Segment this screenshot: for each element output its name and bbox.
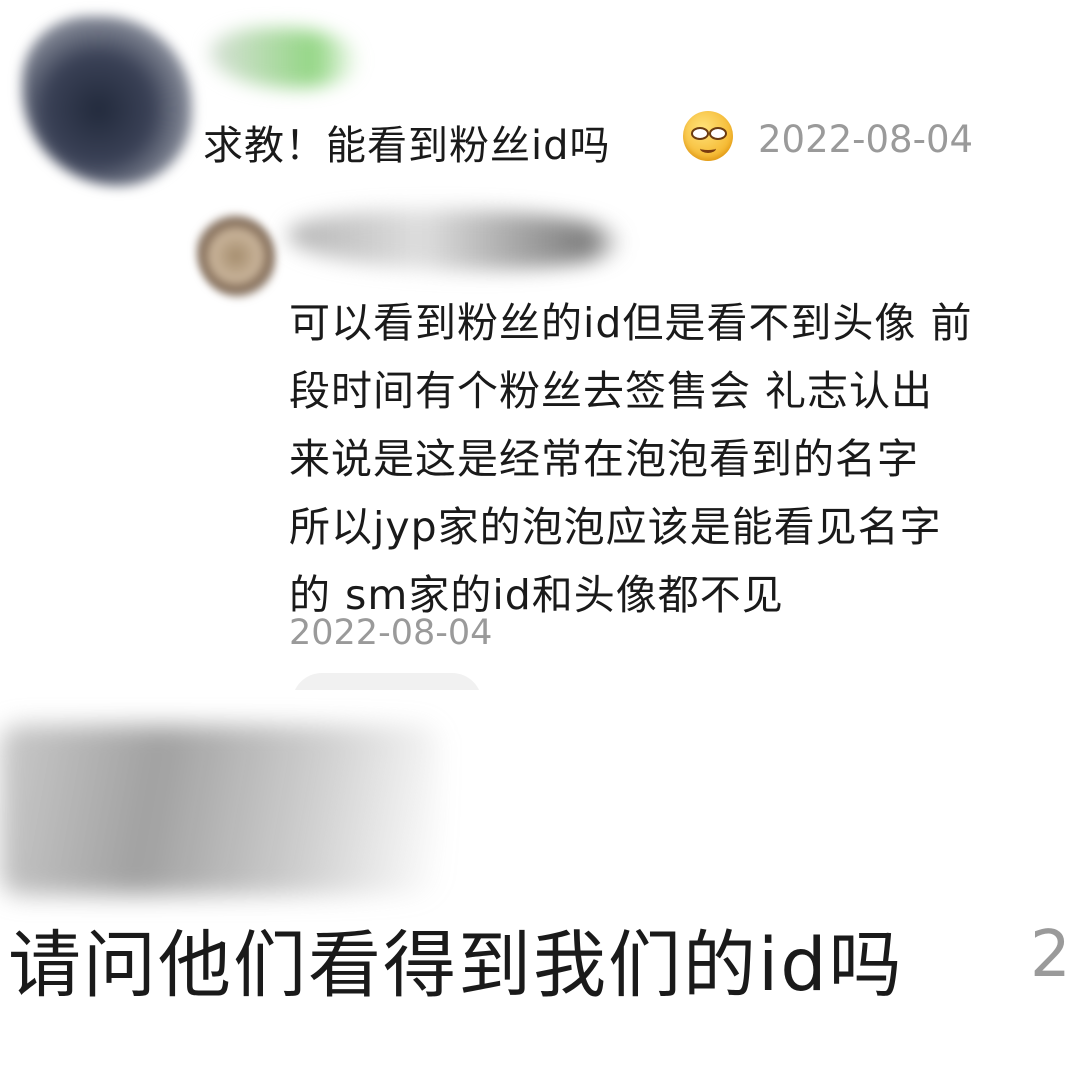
reply-line: 可以看到粉丝的id但是看不到头像 前 xyxy=(289,299,973,347)
reply-date: 2022-08-04 xyxy=(289,613,493,653)
comment-text-1: 求教！能看到粉丝id吗 xyxy=(203,123,611,169)
blurred-avatar-1[interactable] xyxy=(22,16,192,186)
reply-line: 段时间有个粉丝去签售会 礼志认出 xyxy=(289,367,934,415)
blurred-avatar-reply[interactable] xyxy=(196,213,276,299)
comment-date-2: 2 xyxy=(1030,918,1071,992)
reply-text: 可以看到粉丝的id但是看不到头像 前 段时间有个粉丝去签售会 礼志认出 来说是这… xyxy=(289,289,1079,629)
reply-line: 所以jyp家的泡泡应该是能看见名字 xyxy=(289,503,942,551)
comment-text-2: 请问他们看得到我们的id吗 xyxy=(8,923,904,1008)
sly-smile-face-icon xyxy=(683,111,733,161)
blurred-username-1[interactable] xyxy=(210,28,360,88)
blurred-user-header-2[interactable] xyxy=(0,725,440,895)
reply-line: 来说是这是经常在泡泡看到的名字 xyxy=(289,435,919,483)
comment-date-1: 2022-08-04 xyxy=(758,118,974,161)
blurred-username-reply[interactable] xyxy=(288,210,623,270)
